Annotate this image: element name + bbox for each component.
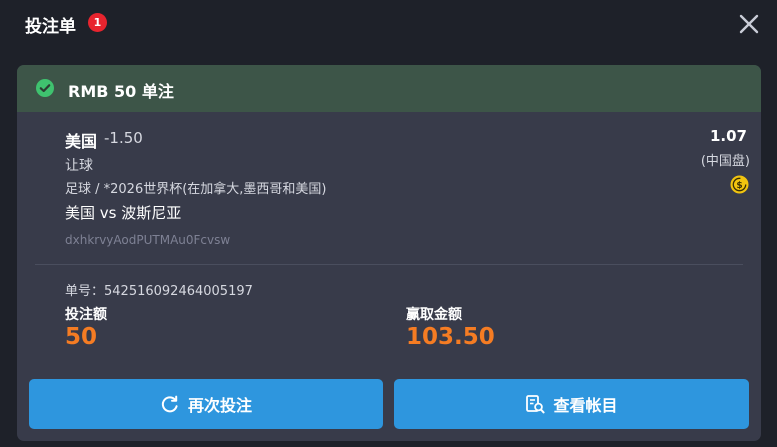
ledger-search-icon — [526, 395, 546, 414]
view-account-label: 查看帐目 — [553, 396, 618, 415]
league-name: 足球 / *2026世界杯(在加拿大,墨西哥和美国) — [65, 182, 327, 197]
bet-card: RMB 50 单注 美国 -1.50 让球 足球 / *2026世界杯(在加拿大… — [17, 65, 761, 441]
bet-code: dxhkrvyAodPUTMAu0Fcvsw — [65, 233, 231, 247]
win-amount-label: 赢取金额 — [406, 307, 462, 323]
divider — [35, 264, 743, 265]
selection-handicap: -1.50 — [104, 129, 143, 147]
bet-status-text: RMB 50 单注 — [68, 82, 174, 101]
rebet-label: 再次投注 — [187, 396, 252, 415]
order-number: 单号：542516092464005197 — [65, 284, 253, 299]
svg-text:$: $ — [736, 181, 742, 191]
stake-value: 50 — [65, 324, 98, 350]
bet-type: 让球 — [65, 158, 93, 174]
odds-value: 1.07 — [709, 127, 747, 145]
win-amount-value: 103.50 — [406, 324, 495, 350]
count-badge: 1 — [88, 13, 107, 32]
coin-icon: $ — [730, 175, 749, 194]
view-account-button[interactable]: 查看帐目 — [394, 379, 749, 429]
refresh-icon — [161, 395, 178, 413]
rebet-button[interactable]: 再次投注 — [29, 379, 383, 429]
close-button[interactable] — [736, 11, 762, 37]
bet-status-bar: RMB 50 单注 — [17, 65, 761, 112]
bet-slip-header: 投注单 1 — [0, 0, 777, 48]
page-title: 投注单 — [25, 17, 76, 37]
check-circle-icon — [36, 79, 54, 97]
close-icon — [739, 14, 759, 34]
selection-team: 美国 — [65, 132, 98, 151]
match-name: 美国 vs 波斯尼亚 — [65, 204, 182, 222]
stake-label: 投注额 — [65, 307, 107, 323]
odds-type: (中国盘) — [700, 154, 750, 169]
